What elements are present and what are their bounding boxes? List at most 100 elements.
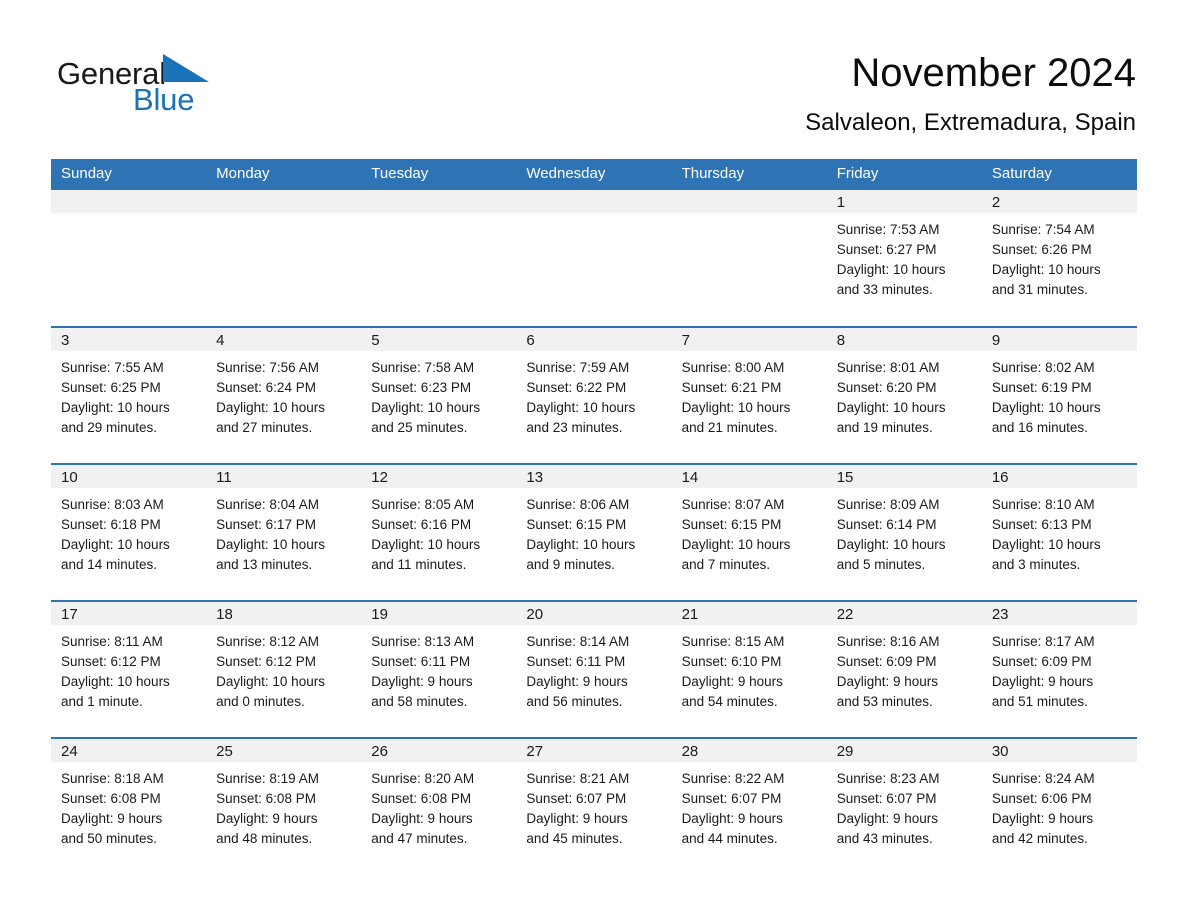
weekday-header-thursday: Thursday bbox=[671, 159, 827, 190]
day-details: Sunrise: 8:12 AM Sunset: 6:12 PM Daylight:… bbox=[206, 625, 361, 712]
day-details bbox=[672, 213, 827, 220]
calendar-day-cell[interactable]: 13 Sunrise: 8:06 AM Sunset: 6:15 PM Dayligh… bbox=[516, 463, 672, 601]
day-details: Sunrise: 8:02 AM Sunset: 6:19 PM Daylight:… bbox=[982, 351, 1137, 438]
calendar-day-cell[interactable]: 6 Sunrise: 7:59 AM Sunset: 6:22 PM Daylight… bbox=[516, 326, 672, 464]
calendar-day-cell[interactable]: 3 Sunrise: 7:55 AM Sunset: 6:25 PM Daylight… bbox=[51, 326, 207, 464]
calendar-week-row: 1 Sunrise: 7:53 AM Sunset: 6:27 PM Daylight… bbox=[51, 190, 1137, 327]
calendar-day-cell[interactable]: 21 Sunrise: 8:15 AM Sunset: 6:10 PM Dayligh… bbox=[671, 600, 827, 738]
day-number-strip: 16 bbox=[981, 465, 1137, 488]
daylight-text-line1: Daylight: 10 hours bbox=[991, 537, 1101, 552]
day-number: 13 bbox=[526, 469, 544, 486]
calendar-day-cell[interactable]: 24 Sunrise: 8:18 AM Sunset: 6:08 PM Dayligh… bbox=[51, 737, 207, 874]
day-details: Sunrise: 7:58 AM Sunset: 6:23 PM Daylight:… bbox=[361, 351, 516, 438]
page-header: General Blue November 2024 Salvaleon, Ex… bbox=[0, 0, 1188, 136]
sunrise-text: Sunrise: 8:03 AM bbox=[61, 497, 164, 512]
day-number: 30 bbox=[991, 743, 1009, 760]
calendar-day-cell[interactable]: 22 Sunrise: 8:16 AM Sunset: 6:09 PM Dayligh… bbox=[826, 600, 982, 738]
daylight-text-line1: Daylight: 9 hours bbox=[61, 811, 163, 826]
day-number: 3 bbox=[61, 332, 70, 349]
day-number: 12 bbox=[371, 469, 388, 486]
daylight-text-line1: Daylight: 10 hours bbox=[526, 400, 636, 415]
day-number: 29 bbox=[836, 743, 854, 760]
calendar-day-cell-empty bbox=[361, 190, 517, 327]
sunrise-text: Sunrise: 8:22 AM bbox=[681, 771, 785, 786]
daylight-text-line1: Daylight: 9 hours bbox=[371, 674, 473, 689]
calendar-day-cell[interactable]: 8 Sunrise: 8:01 AM Sunset: 6:20 PM Daylight… bbox=[826, 326, 982, 464]
day-number: 6 bbox=[526, 332, 535, 349]
calendar-day-cell[interactable]: 12 Sunrise: 8:05 AM Sunset: 6:16 PM Dayligh… bbox=[361, 463, 517, 601]
sunrise-text: Sunrise: 7:55 AM bbox=[61, 360, 164, 375]
sunrise-text: Sunrise: 7:54 AM bbox=[991, 222, 1095, 237]
day-details: Sunrise: 8:22 AM Sunset: 6:07 PM Daylight:… bbox=[672, 762, 827, 849]
day-details: Sunrise: 8:03 AM Sunset: 6:18 PM Daylight:… bbox=[51, 488, 206, 575]
calendar-day-cell[interactable]: 19 Sunrise: 8:13 AM Sunset: 6:11 PM Dayligh… bbox=[361, 600, 517, 738]
calendar-day-cell[interactable]: 18 Sunrise: 8:12 AM Sunset: 6:12 PM Dayligh… bbox=[206, 600, 362, 738]
sunset-text: Sunset: 6:11 PM bbox=[371, 654, 471, 669]
weekday-header-monday: Monday bbox=[206, 159, 362, 190]
daylight-text-line2: and 48 minutes. bbox=[216, 831, 313, 846]
calendar-day-cell[interactable]: 9 Sunrise: 8:02 AM Sunset: 6:19 PM Daylight… bbox=[981, 326, 1137, 464]
day-number-strip: 10 bbox=[51, 465, 207, 488]
calendar-day-cell[interactable]: 17 Sunrise: 8:11 AM Sunset: 6:12 PM Dayligh… bbox=[51, 600, 207, 738]
calendar-day-cell[interactable]: 4 Sunrise: 7:56 AM Sunset: 6:24 PM Daylight… bbox=[206, 326, 362, 464]
sunset-text: Sunset: 6:11 PM bbox=[526, 654, 626, 669]
calendar-day-cell[interactable]: 1 Sunrise: 7:53 AM Sunset: 6:27 PM Daylight… bbox=[826, 190, 982, 327]
calendar-day-cell[interactable]: 7 Sunrise: 8:00 AM Sunset: 6:21 PM Daylight… bbox=[671, 326, 827, 464]
daylight-text-line1: Daylight: 10 hours bbox=[61, 674, 170, 689]
daylight-text-line1: Daylight: 10 hours bbox=[681, 400, 791, 415]
day-number: 8 bbox=[836, 332, 846, 349]
calendar-day-cell[interactable]: 26 Sunrise: 8:20 AM Sunset: 6:08 PM Dayligh… bbox=[361, 737, 517, 874]
day-details bbox=[516, 213, 671, 220]
weekday-header-sunday: Sunday bbox=[51, 159, 207, 190]
sunset-text: Sunset: 6:09 PM bbox=[836, 654, 937, 669]
calendar-day-cell[interactable]: 28 Sunrise: 8:22 AM Sunset: 6:07 PM Dayligh… bbox=[671, 737, 827, 874]
day-number: 22 bbox=[836, 606, 854, 623]
day-number-strip: 9 bbox=[981, 328, 1137, 351]
daylight-text-line2: and 51 minutes. bbox=[991, 694, 1088, 709]
sunset-text: Sunset: 6:08 PM bbox=[61, 791, 161, 806]
generalblue-logo[interactable]: General Blue bbox=[57, 52, 247, 120]
calendar-day-cell[interactable]: 2 Sunrise: 7:54 AM Sunset: 6:26 PM Daylight… bbox=[981, 190, 1137, 327]
calendar-week-row: 17 Sunrise: 8:11 AM Sunset: 6:12 PM Dayligh… bbox=[51, 600, 1137, 738]
calendar-day-cell-empty bbox=[206, 190, 362, 327]
sunset-text: Sunset: 6:13 PM bbox=[991, 517, 1092, 532]
sunrise-text: Sunrise: 8:12 AM bbox=[216, 634, 319, 649]
calendar-day-cell[interactable]: 20 Sunrise: 8:14 AM Sunset: 6:11 PM Dayligh… bbox=[516, 600, 672, 738]
calendar-day-cell[interactable]: 29 Sunrise: 8:23 AM Sunset: 6:07 PM Dayligh… bbox=[826, 737, 982, 874]
daylight-text-line2: and 16 minutes. bbox=[991, 420, 1088, 435]
calendar-day-cell[interactable]: 10 Sunrise: 8:03 AM Sunset: 6:18 PM Dayligh… bbox=[51, 463, 207, 601]
day-number-strip: 25 bbox=[206, 739, 362, 762]
day-number-strip: 15 bbox=[826, 465, 982, 488]
sunrise-text: Sunrise: 7:53 AM bbox=[836, 222, 940, 237]
daylight-text-line2: and 54 minutes. bbox=[681, 694, 778, 709]
day-number: 10 bbox=[61, 469, 78, 486]
weekday-header-wednesday: Wednesday bbox=[516, 159, 672, 190]
day-details: Sunrise: 7:54 AM Sunset: 6:26 PM Daylight:… bbox=[982, 213, 1137, 300]
calendar-day-cell[interactable]: 11 Sunrise: 8:04 AM Sunset: 6:17 PM Dayligh… bbox=[206, 463, 362, 601]
calendar-day-cell[interactable]: 16 Sunrise: 8:10 AM Sunset: 6:13 PM Dayligh… bbox=[981, 463, 1137, 601]
day-number-strip: 3 bbox=[51, 328, 207, 351]
calendar-day-cell[interactable]: 15 Sunrise: 8:09 AM Sunset: 6:14 PM Dayligh… bbox=[826, 463, 982, 601]
calendar-day-cell[interactable]: 5 Sunrise: 7:58 AM Sunset: 6:23 PM Daylight… bbox=[361, 326, 517, 464]
day-number-strip: 1 bbox=[826, 190, 982, 213]
calendar-day-cell[interactable]: 23 Sunrise: 8:17 AM Sunset: 6:09 PM Dayligh… bbox=[981, 600, 1137, 738]
daylight-text-line2: and 19 minutes. bbox=[836, 420, 933, 435]
day-number-strip: 27 bbox=[516, 739, 672, 762]
sunset-text: Sunset: 6:23 PM bbox=[371, 380, 472, 395]
day-details: Sunrise: 8:10 AM Sunset: 6:13 PM Daylight:… bbox=[982, 488, 1137, 575]
calendar-day-cell[interactable]: 30 Sunrise: 8:24 AM Sunset: 6:06 PM Dayligh… bbox=[981, 737, 1137, 874]
sunset-text: Sunset: 6:26 PM bbox=[991, 242, 1092, 257]
calendar-day-cell[interactable]: 14 Sunrise: 8:07 AM Sunset: 6:15 PM Dayligh… bbox=[671, 463, 827, 601]
calendar-day-cell[interactable]: 25 Sunrise: 8:19 AM Sunset: 6:08 PM Dayligh… bbox=[206, 737, 362, 874]
daylight-text-line2: and 9 minutes. bbox=[526, 557, 615, 572]
daylight-text-line2: and 1 minute. bbox=[61, 694, 143, 709]
daylight-text-line2: and 42 minutes. bbox=[991, 831, 1088, 846]
daylight-text-line2: and 44 minutes. bbox=[681, 831, 778, 846]
calendar-day-cell[interactable]: 27 Sunrise: 8:21 AM Sunset: 6:07 PM Dayligh… bbox=[516, 737, 672, 874]
day-number: 27 bbox=[526, 743, 544, 760]
sunset-text: Sunset: 6:20 PM bbox=[836, 380, 937, 395]
daylight-text-line2: and 45 minutes. bbox=[526, 831, 623, 846]
daylight-text-line1: Daylight: 9 hours bbox=[991, 674, 1094, 689]
day-number: 4 bbox=[216, 332, 225, 349]
day-number: 2 bbox=[991, 194, 1001, 211]
